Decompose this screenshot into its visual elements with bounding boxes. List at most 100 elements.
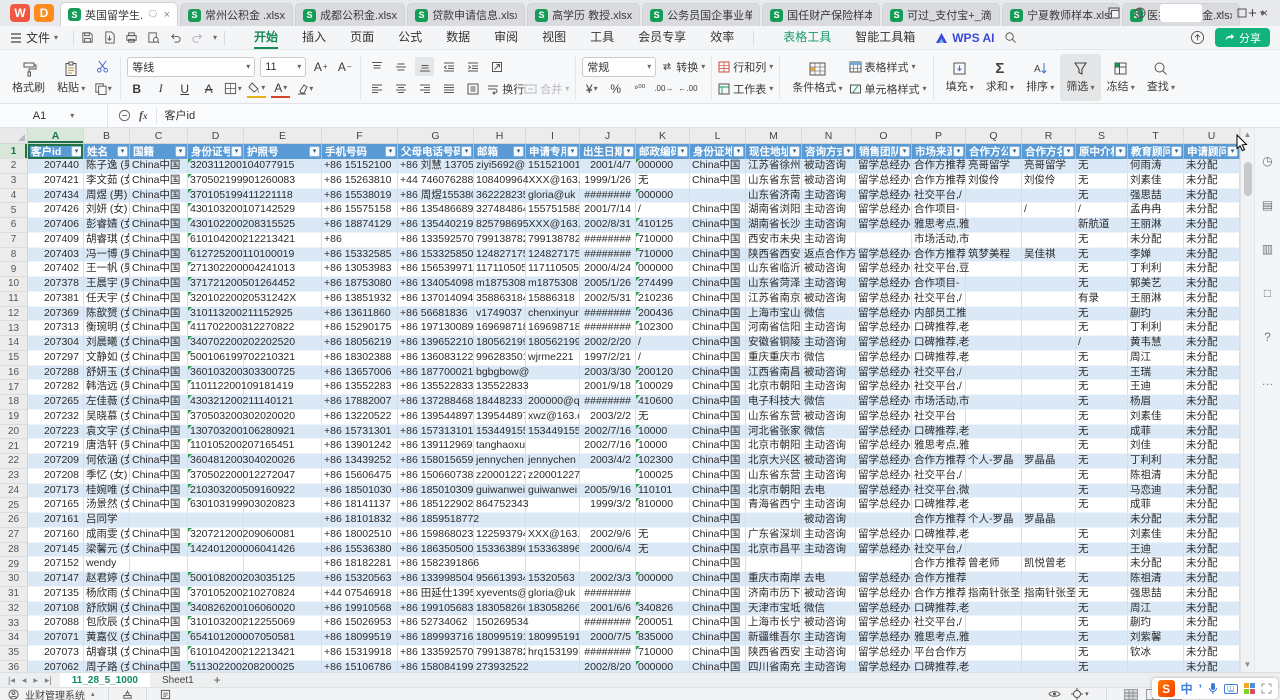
cell[interactable]: 口碑推荐,老: [912, 336, 966, 351]
clear-format-button[interactable]: ▾: [295, 79, 314, 98]
filter-header-cell[interactable]: 教育顾问▾: [1128, 144, 1184, 159]
cell[interactable]: [526, 616, 580, 631]
cell[interactable]: 410125: [636, 218, 690, 233]
justify-icon[interactable]: [439, 79, 458, 98]
cell[interactable]: 口碑推荐,老: [912, 351, 966, 366]
cell[interactable]: 赵君婷 (女): [84, 572, 130, 587]
cell[interactable]: [966, 262, 1022, 277]
cell[interactable]: 207071: [28, 631, 84, 646]
cell[interactable]: jennychen: [474, 454, 526, 469]
menu-tab-审阅[interactable]: 审阅: [482, 26, 530, 49]
cell[interactable]: [966, 351, 1022, 366]
cell[interactable]: 吴晓慕 (女): [84, 410, 130, 425]
cell[interactable]: 2005/9/16: [580, 484, 636, 499]
align-right-icon[interactable]: [415, 79, 434, 98]
cell[interactable]: 371721200501264452: [188, 277, 244, 292]
cell[interactable]: China中国: [130, 262, 188, 277]
cell[interactable]: China中国: [690, 602, 746, 617]
name-box[interactable]: A1 ▾: [0, 104, 108, 127]
history-icon[interactable]: ◷: [1262, 154, 1272, 168]
cell[interactable]: +86 刘慧 137052: [398, 159, 474, 174]
cell[interactable]: 无: [1076, 351, 1128, 366]
strikethrough-button[interactable]: A: [199, 79, 218, 98]
cell[interactable]: 微信: [802, 425, 856, 440]
cell[interactable]: 2000/4/24: [580, 262, 636, 277]
cell[interactable]: 153363896: [526, 543, 580, 558]
cell[interactable]: 刘俊伶: [966, 174, 1022, 189]
filter-dropdown-icon[interactable]: ▾: [789, 146, 800, 157]
column-header-S[interactable]: S: [1076, 128, 1128, 143]
cell[interactable]: 207173: [28, 484, 84, 499]
cell[interactable]: China中国: [690, 321, 746, 336]
cell[interactable]: 未分配: [1184, 439, 1240, 454]
cell[interactable]: 未分配: [1128, 513, 1184, 528]
column-header-T[interactable]: T: [1128, 128, 1184, 143]
cell[interactable]: 430102200208315525: [188, 218, 244, 233]
cell[interactable]: 100029: [636, 380, 690, 395]
cell[interactable]: 合作项目-: [912, 277, 966, 292]
sheet-tab-11_28_5_1000[interactable]: 11_28_5_1000: [60, 673, 150, 688]
cell[interactable]: 山东省济南: [746, 189, 802, 204]
cell[interactable]: z20001227: [474, 469, 526, 484]
cell[interactable]: 15320563: [526, 572, 580, 587]
cell[interactable]: 207288: [28, 366, 84, 381]
cell[interactable]: +86 13439252: [322, 454, 398, 469]
cell[interactable]: [1022, 498, 1076, 513]
cell[interactable]: China中国: [130, 543, 188, 558]
cell[interactable]: 被动咨询: [802, 513, 856, 528]
cell[interactable]: 207165: [28, 498, 84, 513]
cell[interactable]: China中国: [130, 454, 188, 469]
cell[interactable]: 110112200109181419: [188, 380, 244, 395]
cell[interactable]: 200120: [636, 366, 690, 381]
row-header-13[interactable]: 13: [0, 321, 28, 336]
cell[interactable]: 2001/4/7: [580, 159, 636, 174]
cell[interactable]: 刘紫馨: [1128, 631, 1184, 646]
cell[interactable]: [526, 439, 580, 454]
ime-chinese-mode[interactable]: 中: [1181, 680, 1193, 697]
row-header-4[interactable]: 4: [0, 189, 28, 204]
cell[interactable]: 825798695XXX@163.: [474, 218, 526, 233]
cell[interactable]: [966, 233, 1022, 248]
cell[interactable]: 北京市朝阳: [746, 439, 802, 454]
cell[interactable]: 山东省临沂: [746, 262, 802, 277]
cell[interactable]: [1022, 218, 1076, 233]
cell[interactable]: China中国: [130, 602, 188, 617]
cell[interactable]: 留学总经办: [856, 646, 912, 661]
cell[interactable]: +86 15152100: [322, 159, 398, 174]
first-sheet-icon[interactable]: |◂: [8, 675, 15, 686]
cell[interactable]: 500106199702210321: [188, 351, 244, 366]
cell[interactable]: 610104200212213421: [188, 646, 244, 661]
cell[interactable]: 成菲: [1128, 498, 1184, 513]
row-header-3[interactable]: 3: [0, 174, 28, 189]
normal-view-icon[interactable]: [1124, 689, 1138, 700]
cell[interactable]: 1997/2/21: [580, 351, 636, 366]
cell[interactable]: [474, 513, 526, 528]
cell[interactable]: [1022, 321, 1076, 336]
column-header-I[interactable]: I: [526, 128, 580, 143]
cell[interactable]: 799138782: [526, 233, 580, 248]
cell[interactable]: 360481200304020026: [188, 454, 244, 469]
formula-input[interactable]: 客户id: [156, 108, 1280, 124]
row-header-7[interactable]: 7: [0, 233, 28, 248]
cell[interactable]: +86 1335925706: [398, 646, 474, 661]
cell[interactable]: 未分配: [1184, 307, 1240, 322]
cell[interactable]: 153363896: [474, 543, 526, 558]
cell[interactable]: [966, 203, 1022, 218]
cell[interactable]: 511302200208200025: [188, 661, 244, 673]
cell[interactable]: 无: [1076, 616, 1128, 631]
cell[interactable]: +86 18753080: [322, 277, 398, 292]
cell[interactable]: 630103199903020823: [188, 498, 244, 513]
cell[interactable]: +86 周煜155380: [398, 189, 474, 204]
cell[interactable]: [966, 469, 1022, 484]
cell[interactable]: [580, 469, 636, 484]
rows-columns-button[interactable]: 行和列▾: [718, 56, 773, 77]
cell[interactable]: wjrme221: [526, 351, 580, 366]
cell[interactable]: 207402: [28, 262, 84, 277]
cell[interactable]: China中国: [130, 572, 188, 587]
cell[interactable]: 153449155: [526, 425, 580, 440]
filter-header-cell[interactable]: 国籍▾: [130, 144, 188, 159]
cell[interactable]: 强思喆: [1128, 189, 1184, 204]
filter-dropdown-icon[interactable]: ▾: [953, 146, 964, 157]
filter-header-cell[interactable]: 姓名▾: [84, 144, 130, 159]
cell[interactable]: 273932522: [474, 661, 526, 673]
